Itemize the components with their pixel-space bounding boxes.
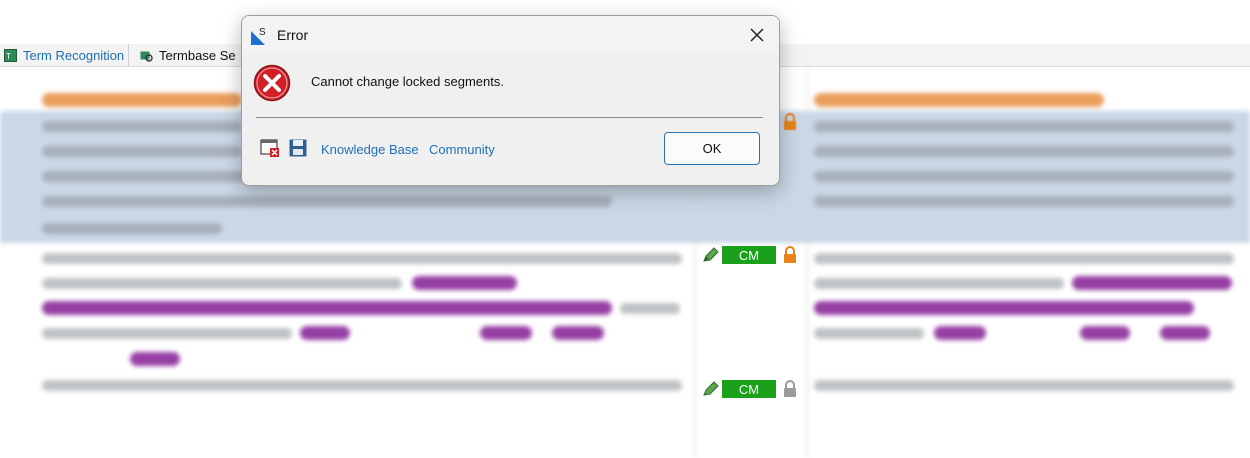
text-line [814, 171, 1234, 182]
text-line [42, 253, 682, 264]
ok-button[interactable]: OK [664, 132, 760, 165]
pen-icon [703, 381, 719, 396]
tag-pill [412, 276, 517, 290]
segment-status[interactable]: CM [698, 244, 808, 268]
termbase-search-icon [140, 51, 153, 62]
close-icon[interactable] [748, 26, 766, 44]
text-line [814, 253, 1234, 264]
text-line [42, 278, 402, 289]
tab-termbase-search[interactable]: Termbase Se [136, 44, 240, 66]
status-badge: CM [722, 380, 776, 398]
tag-pill [934, 326, 986, 340]
tab-label: Termbase Se [159, 47, 236, 63]
text-line [814, 380, 1234, 391]
term-recognition-icon: T [4, 48, 17, 62]
text-line [814, 278, 1064, 289]
error-dialog: S Error Cannot change locked segments. K… [241, 15, 780, 186]
text-line [42, 121, 242, 132]
text-line [42, 223, 222, 234]
svg-text:T: T [6, 52, 11, 61]
segment-status[interactable]: CM [698, 378, 808, 402]
tab-label: Term Recognition [23, 47, 125, 63]
target-tag-pill [814, 93, 1104, 107]
lock-icon [784, 380, 796, 397]
tag-pill [814, 301, 1194, 315]
error-message: Cannot change locked segments. [311, 74, 504, 89]
tag-pill [552, 326, 604, 340]
lock-icon [784, 246, 796, 263]
status-badge: CM [722, 246, 776, 264]
app-logo-icon: S [251, 27, 266, 45]
text-line [814, 196, 1234, 207]
text-line [42, 146, 242, 157]
dialog-titlebar: S Error [242, 16, 779, 54]
text-line [42, 380, 682, 391]
text-line [620, 303, 680, 314]
close-window-icon[interactable] [260, 138, 280, 158]
tag-pill [130, 352, 180, 366]
dialog-title: Error [277, 27, 309, 43]
text-line [42, 328, 292, 339]
source-tag-pill [42, 93, 242, 107]
tab-term-recognition[interactable]: T Term Recognition [0, 44, 130, 66]
tag-pill [1072, 276, 1232, 290]
pen-icon [703, 247, 719, 262]
dialog-divider [256, 117, 763, 118]
community-link[interactable]: Community [429, 142, 495, 157]
knowledge-base-link[interactable]: Knowledge Base [321, 142, 419, 157]
text-line [814, 146, 1234, 157]
text-line [814, 328, 924, 339]
save-icon[interactable] [288, 138, 308, 158]
tag-pill [480, 326, 532, 340]
text-line [42, 196, 612, 207]
lock-icon [784, 113, 796, 130]
svg-text:S: S [259, 27, 266, 38]
error-icon [253, 64, 291, 102]
tag-pill [1160, 326, 1210, 340]
tag-pill [42, 301, 612, 315]
tag-pill [300, 326, 350, 340]
tag-pill [1080, 326, 1130, 340]
text-line [814, 121, 1234, 132]
